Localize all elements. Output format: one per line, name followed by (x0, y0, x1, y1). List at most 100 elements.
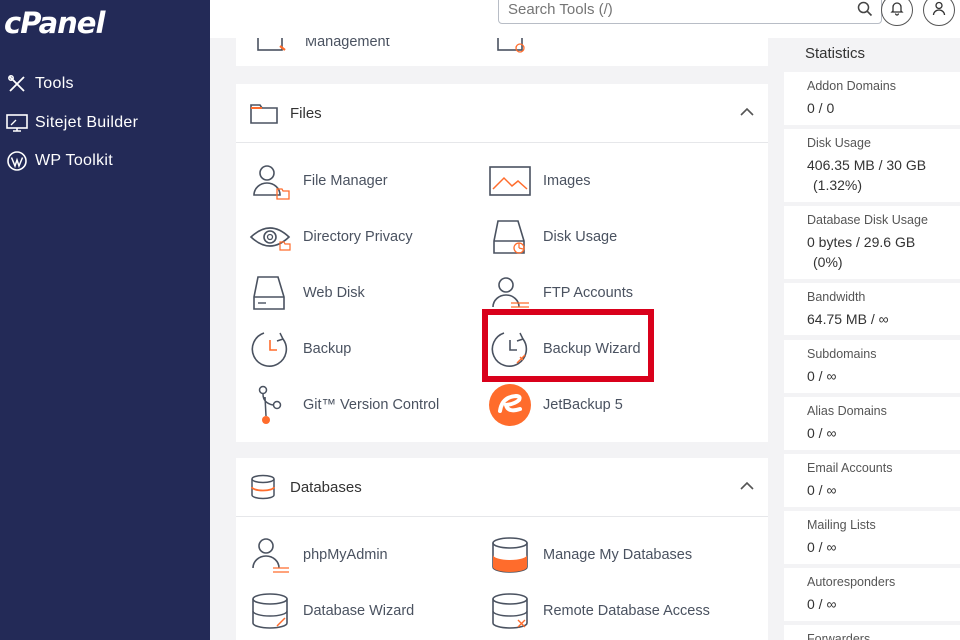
tool-git-version-control[interactable]: Git™ Version Control (248, 383, 439, 427)
stat-label: Mailing Lists (807, 518, 876, 532)
sidebar-item-label: Tools (35, 75, 74, 92)
stat-alias-domains[interactable]: Alias Domains 0 / ∞ (784, 397, 960, 450)
tool-label: Disk Usage (543, 229, 618, 245)
git-icon (248, 383, 292, 427)
bell-icon (889, 0, 905, 21)
tool-phpmyadmin[interactable]: phpMyAdmin (248, 533, 388, 577)
stat-addon-domains[interactable]: Addon Domains 0 / 0 (784, 72, 960, 125)
tool-jetbackup-5[interactable]: JetBackup 5 (488, 383, 623, 427)
stat-label: Addon Domains (807, 79, 896, 93)
eye-icon (248, 215, 292, 259)
stat-forwarders[interactable]: Forwarders (784, 625, 960, 640)
stat-email-accounts[interactable]: Email Accounts 0 / ∞ (784, 454, 960, 507)
tool-label: Directory Privacy (303, 229, 413, 245)
tool-label: Git™ Version Control (303, 397, 440, 413)
tool-management[interactable]: Management (250, 38, 390, 64)
stat-value: 64.75 MB / ∞ (807, 311, 889, 327)
tool-partial-right[interactable] (490, 38, 545, 64)
sidebar-item-sitejet-builder[interactable]: Sitejet Builder (5, 108, 138, 138)
images-icon (488, 159, 532, 203)
database-icon (488, 533, 532, 577)
backup-wizard-icon (488, 327, 532, 371)
stat-database-disk-usage[interactable]: Database Disk Usage 0 bytes / 29.6 GB (0… (784, 206, 960, 279)
tool-directory-privacy[interactable]: Directory Privacy (248, 215, 413, 259)
ftp-accounts-icon (488, 271, 532, 315)
tool-disk-usage[interactable]: Disk Usage (488, 215, 617, 259)
remote-database-icon (488, 589, 532, 633)
tool-backup[interactable]: Backup (248, 327, 351, 371)
files-panel-header[interactable]: Files (236, 84, 768, 142)
tool-label: Backup (303, 341, 352, 357)
tool-backup-wizard[interactable]: Backup Wizard (488, 327, 641, 371)
tool-label: Management (305, 38, 390, 50)
file-manager-icon (248, 159, 292, 203)
stat-autoresponders[interactable]: Autoresponders 0 / ∞ (784, 568, 960, 621)
stat-subdomains[interactable]: Subdomains 0 / ∞ (784, 340, 960, 393)
stat-label: Disk Usage (807, 136, 871, 150)
stat-label: Subdomains (807, 347, 877, 361)
databases-panel-header[interactable]: Databases (236, 458, 768, 516)
stat-label: Alias Domains (807, 404, 887, 418)
chevron-up-icon[interactable] (740, 478, 754, 495)
monitor-icon (5, 111, 29, 135)
tool-label: Backup Wizard (543, 341, 641, 357)
web-disk-icon (248, 271, 292, 315)
tool-label: Images (543, 173, 591, 189)
calendar-icon (490, 38, 534, 64)
database-wizard-icon (248, 589, 292, 633)
sidebar: cPanel Tools Sitejet Builder WP Toolkit (0, 0, 210, 640)
sidebar-item-tools[interactable]: Tools (5, 69, 74, 99)
stat-value: 0 / ∞ (807, 368, 837, 384)
stat-value: 0 / 0 (807, 100, 835, 116)
stat-percent: (0%) (813, 254, 843, 270)
tool-file-manager[interactable]: File Manager (248, 159, 388, 203)
wordpress-icon (5, 149, 29, 173)
stat-label: Bandwidth (807, 290, 866, 304)
tools-icon (5, 72, 29, 96)
files-panel: Files File Manager Images Directory Priv… (236, 84, 768, 442)
stat-percent: (1.32%) (813, 177, 863, 193)
tool-database-wizard[interactable]: Database Wizard (248, 589, 414, 633)
tool-images[interactable]: Images (488, 159, 591, 203)
chevron-up-icon[interactable] (740, 104, 754, 121)
stat-mailing-lists[interactable]: Mailing Lists 0 / ∞ (784, 511, 960, 564)
stat-value: 0 / ∞ (807, 596, 837, 612)
tool-web-disk[interactable]: Web Disk (248, 271, 365, 315)
sidebar-item-label: Sitejet Builder (35, 114, 139, 131)
tool-label: Web Disk (303, 285, 365, 301)
statistics-title: Statistics (805, 45, 866, 62)
user-icon (931, 0, 947, 21)
tool-ftp-accounts[interactable]: FTP Accounts (488, 271, 633, 315)
databases-panel: Databases phpMyAdmin Manage My Databases… (236, 458, 768, 640)
folder-icon (250, 99, 278, 127)
tool-remote-database-access[interactable]: Remote Database Access (488, 589, 710, 633)
tool-label: JetBackup 5 (543, 397, 623, 413)
notifications-button[interactable] (881, 0, 913, 26)
user-menu-button[interactable] (923, 0, 955, 26)
stat-label: Autoresponders (807, 575, 896, 589)
tool-label: File Manager (303, 173, 388, 189)
stat-value: 0 / ∞ (807, 539, 837, 555)
backup-icon (248, 327, 292, 371)
management-icon (250, 38, 294, 64)
stat-value: 0 bytes / 29.6 GB (807, 234, 916, 250)
tool-manage-my-databases[interactable]: Manage My Databases (488, 533, 692, 577)
cpanel-logo[interactable]: cPanel (4, 6, 105, 40)
tool-label: phpMyAdmin (303, 547, 388, 563)
tool-label: FTP Accounts (543, 285, 633, 301)
sidebar-item-wp-toolkit[interactable]: WP Toolkit (5, 146, 113, 176)
search-icon[interactable] (857, 1, 873, 21)
disk-usage-icon (488, 215, 532, 259)
stat-label: Forwarders (807, 632, 871, 640)
main-content: Management Files File Manager Images Dir… (236, 0, 768, 640)
stat-label: Email Accounts (807, 461, 893, 475)
stat-value: 0 / ∞ (807, 425, 837, 441)
advanced-panel-partial: Management (236, 38, 768, 66)
stat-disk-usage[interactable]: Disk Usage 406.35 MB / 30 GB (1.32%) (784, 129, 960, 202)
stat-value: 406.35 MB / 30 GB (807, 157, 927, 173)
tool-label: Manage My Databases (543, 547, 693, 563)
stat-value: 0 / ∞ (807, 482, 837, 498)
stat-bandwidth[interactable]: Bandwidth 64.75 MB / ∞ (784, 283, 960, 335)
panel-title: Databases (290, 478, 362, 496)
sidebar-item-label: WP Toolkit (35, 152, 113, 169)
